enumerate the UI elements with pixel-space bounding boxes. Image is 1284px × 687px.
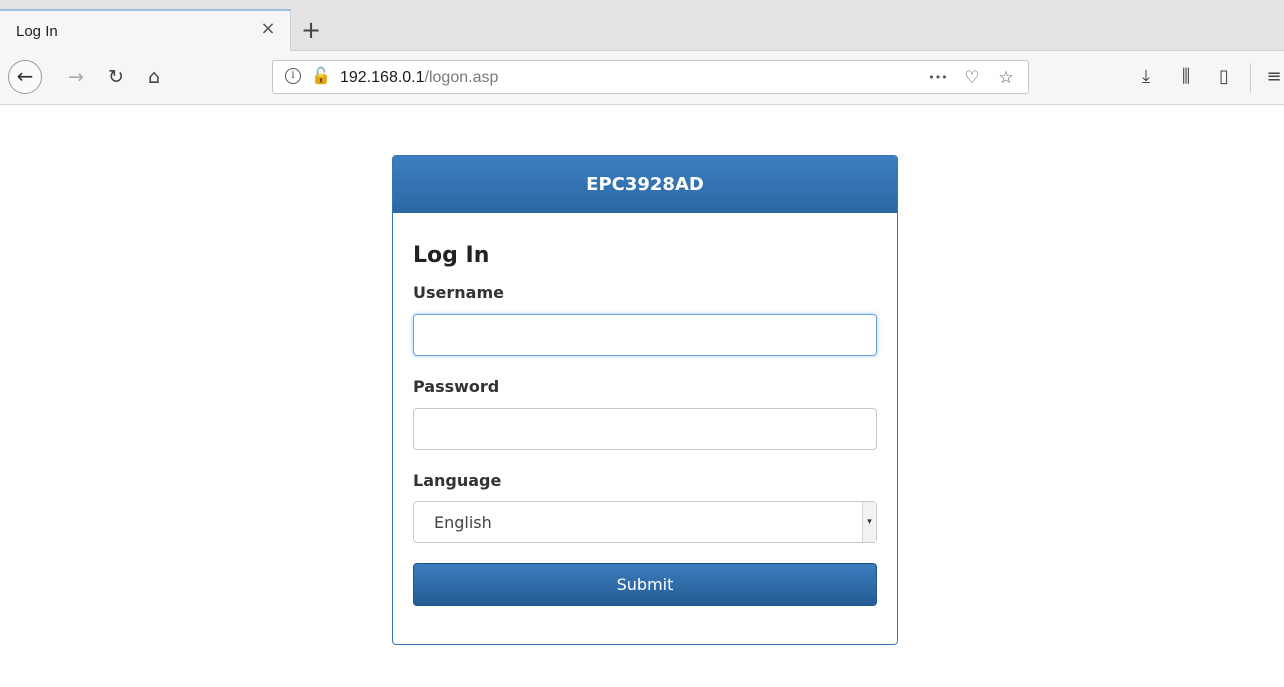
pocket-icon[interactable]: ♡ [961, 67, 983, 89]
username-input[interactable] [413, 314, 877, 356]
language-selected-value: English [434, 513, 492, 532]
form-title: Log In [413, 243, 490, 268]
address-bar[interactable]: i 🔓 192.168.0.1/logon.asp ••• ♡ ☆ [272, 60, 1029, 94]
reload-icon[interactable]: ↻ [104, 65, 128, 89]
url-path: /logon.asp [424, 69, 499, 86]
toolbar-divider [1250, 63, 1251, 93]
login-panel: EPC3928AD Log In Username Password Langu… [392, 155, 898, 645]
navigation-bar: ← → ↻ ⌂ i 🔓 192.168.0.1/logon.asp ••• ♡ … [0, 51, 1284, 105]
menu-icon[interactable]: ≡ [1262, 65, 1284, 89]
info-icon[interactable]: i [285, 68, 301, 84]
tab-strip: Log In × + [0, 0, 1284, 51]
tab-title: Log In [16, 23, 58, 40]
password-input[interactable] [413, 408, 877, 450]
forward-icon[interactable]: → [64, 65, 88, 89]
close-icon[interactable]: × [258, 19, 278, 39]
new-tab-icon[interactable]: + [298, 18, 324, 44]
back-icon[interactable]: ← [8, 60, 42, 94]
sidebar-icon[interactable]: ▯ [1212, 65, 1236, 89]
username-label: Username [413, 283, 504, 302]
page-actions-icon[interactable]: ••• [927, 67, 949, 89]
insecure-lock-icon[interactable]: 🔓 [311, 66, 331, 85]
browser-tab[interactable]: Log In × [0, 9, 291, 51]
device-model-header: EPC3928AD [393, 156, 897, 213]
home-icon[interactable]: ⌂ [142, 65, 166, 89]
password-label: Password [413, 377, 500, 396]
submit-button[interactable]: Submit [413, 563, 877, 606]
bookmark-star-icon[interactable]: ☆ [995, 67, 1017, 89]
language-select[interactable]: English ▾ [413, 501, 877, 543]
language-label: Language [413, 471, 502, 490]
url-text[interactable]: 192.168.0.1/logon.asp [340, 69, 498, 87]
download-icon[interactable]: ⤓ [1134, 65, 1158, 89]
library-icon[interactable]: ⫼ [1174, 65, 1198, 89]
url-host: 192.168.0.1 [340, 69, 425, 86]
chevron-down-icon[interactable]: ▾ [862, 502, 876, 542]
